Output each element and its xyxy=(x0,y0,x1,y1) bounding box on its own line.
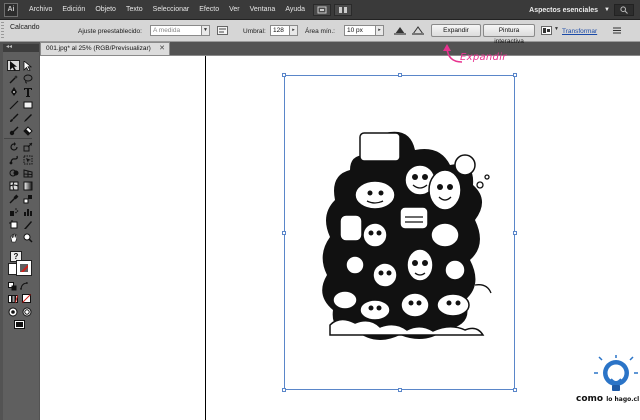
arrange-documents-icon[interactable] xyxy=(334,3,353,16)
app-logo: Ai xyxy=(4,2,18,17)
resize-handle[interactable] xyxy=(282,73,286,77)
resize-handle[interactable] xyxy=(282,388,286,392)
resize-handle[interactable] xyxy=(398,388,402,392)
slice-tool-icon[interactable] xyxy=(21,219,34,230)
chevron-right-icon[interactable]: ▸ xyxy=(375,25,384,36)
rectangle-tool-icon[interactable] xyxy=(21,99,34,110)
none-color-icon[interactable] xyxy=(20,293,33,304)
blob-brush-tool-icon[interactable] xyxy=(7,125,20,136)
hand-tool-icon[interactable] xyxy=(7,232,20,243)
draw-mode-icon[interactable] xyxy=(6,306,19,317)
panel-grip[interactable] xyxy=(1,22,4,39)
lasso-tool-icon[interactable] xyxy=(21,73,34,84)
tools-panel-header[interactable]: ◂◂ xyxy=(3,44,39,52)
control-bar-title: Calcando xyxy=(10,24,40,31)
blend-tool-icon[interactable] xyxy=(21,193,34,204)
resize-handle[interactable] xyxy=(282,231,286,235)
menu-seleccionar[interactable]: Seleccionar xyxy=(148,6,195,13)
line-tool-icon[interactable] xyxy=(7,99,20,110)
stroke-swatch[interactable] xyxy=(16,260,32,276)
resize-handle[interactable] xyxy=(513,73,517,77)
menu-efecto[interactable]: Efecto xyxy=(194,6,224,13)
live-paint-button[interactable]: Pintura interactiva xyxy=(483,24,535,45)
brand-wordmark: como lo hago.cl xyxy=(576,394,639,404)
workspace-label: Aspectos esenciales xyxy=(529,6,599,14)
rotate-tool-icon[interactable] xyxy=(7,141,20,152)
eyedropper-tool-icon[interactable] xyxy=(7,193,20,204)
preset-dropdown[interactable]: A medida xyxy=(150,25,202,36)
canvas-pasteboard-left[interactable] xyxy=(40,56,205,420)
brand-word-2: lo hago xyxy=(606,396,632,403)
selection-tool-icon[interactable] xyxy=(7,60,20,71)
lightbulb-logo-icon xyxy=(594,355,638,391)
document-tab-title: 001.jpg* al 25% (RGB/Previsualizar) xyxy=(46,45,151,52)
chevron-right-icon[interactable]: ▸ xyxy=(289,25,298,36)
document-tab[interactable]: 001.jpg* al 25% (RGB/Previsualizar) ✕ xyxy=(40,42,170,55)
resize-handle[interactable] xyxy=(513,231,517,235)
chevron-down-icon[interactable]: ▼ xyxy=(552,25,561,36)
menu-edicion[interactable]: Edición xyxy=(57,6,90,13)
chevron-down-icon: ▼ xyxy=(604,7,610,13)
magic-wand-tool-icon[interactable] xyxy=(7,73,20,84)
tracing-options-icon[interactable] xyxy=(216,25,228,36)
menu-objeto[interactable]: Objeto xyxy=(90,6,121,13)
transform-link[interactable]: Transformar xyxy=(562,28,597,35)
resize-handle[interactable] xyxy=(513,388,517,392)
pencil-tool-icon[interactable] xyxy=(21,112,34,123)
threshold-input[interactable]: 128 xyxy=(270,25,290,36)
preset-label: Ajuste preestablecido: xyxy=(78,28,142,35)
menu-archivo[interactable]: Archivo xyxy=(24,6,57,13)
free-transform-tool-icon[interactable] xyxy=(21,154,34,165)
align-icon[interactable] xyxy=(540,25,552,36)
panel-menu-icon[interactable] xyxy=(611,25,623,36)
draw-behind-icon[interactable] xyxy=(20,306,33,317)
resize-handle[interactable] xyxy=(398,73,402,77)
menu-ayuda[interactable]: Ayuda xyxy=(280,6,310,13)
mesh-tool-icon[interactable] xyxy=(7,180,20,191)
traced-doodle-artwork[interactable] xyxy=(315,125,495,345)
scale-tool-icon[interactable] xyxy=(21,141,34,152)
zoom-tool-icon[interactable] xyxy=(21,232,34,243)
annotation-note: Expandir xyxy=(460,52,507,63)
brand-word-1: como xyxy=(576,394,604,404)
menu-ver[interactable]: Ver xyxy=(224,6,245,13)
menu-texto[interactable]: Texto xyxy=(121,6,148,13)
toolbar-divider xyxy=(4,138,32,139)
column-graph-tool-icon[interactable] xyxy=(21,206,34,217)
type-tool-icon[interactable] xyxy=(21,86,34,97)
screen-mode-icon[interactable] xyxy=(13,319,26,330)
min-area-label: Área mín.: xyxy=(305,28,335,35)
expand-button[interactable]: Expandir xyxy=(431,24,481,37)
chevron-down-icon[interactable]: ▼ xyxy=(201,25,210,36)
menu-bar: Ai Archivo Edición Objeto Texto Seleccio… xyxy=(0,0,640,20)
artboard-tool-icon[interactable] xyxy=(7,219,20,230)
bridge-icon[interactable] xyxy=(313,3,332,16)
tracing-result-icon[interactable] xyxy=(412,25,424,36)
paintbrush-tool-icon[interactable] xyxy=(7,112,20,123)
close-icon[interactable]: ✕ xyxy=(159,43,165,55)
control-bar: Calcando Ajuste preestablecido: A medida… xyxy=(0,20,640,45)
symbol-sprayer-tool-icon[interactable] xyxy=(7,206,20,217)
brand-suffix: .cl xyxy=(631,396,640,403)
preview-mode-icon[interactable] xyxy=(394,25,406,36)
direct-selection-tool-icon[interactable] xyxy=(21,60,34,71)
search-icon[interactable] xyxy=(614,4,634,16)
eraser-tool-icon[interactable] xyxy=(21,125,34,136)
min-area-input[interactable]: 10 px xyxy=(344,25,376,36)
warp-tool-icon[interactable] xyxy=(7,154,20,165)
gradient-tool-icon[interactable] xyxy=(21,180,34,191)
pen-tool-icon[interactable] xyxy=(7,86,20,97)
menu-ventana[interactable]: Ventana xyxy=(245,6,281,13)
shape-builder-tool-icon[interactable] xyxy=(7,167,20,178)
workspace-switcher[interactable]: Aspectos esenciales ▼ xyxy=(529,4,610,16)
color-mode-icon[interactable] xyxy=(6,293,19,304)
threshold-label: Umbral: xyxy=(243,28,266,35)
perspective-grid-tool-icon[interactable] xyxy=(21,167,34,178)
swap-colors-icon[interactable] xyxy=(18,281,31,292)
